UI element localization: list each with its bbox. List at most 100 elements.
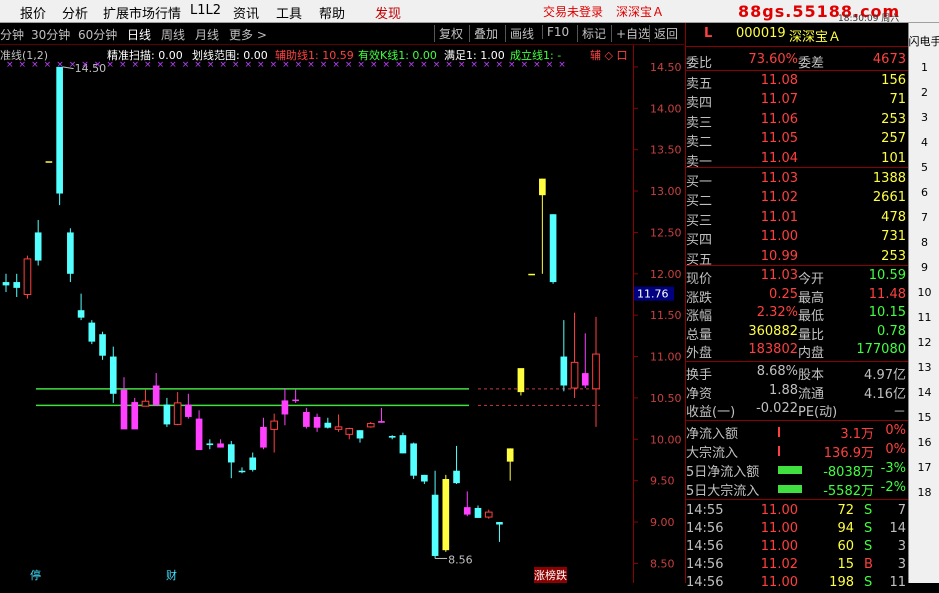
menu-help[interactable]: 帮助 — [319, 3, 345, 22]
indicator-name[interactable]: 准线(1,2) — [0, 47, 48, 63]
period-60min[interactable]: 60分钟 — [78, 26, 117, 43]
indicator-value-established: 成立线1: - — [510, 49, 562, 62]
candle-body — [431, 494, 439, 556]
tick-time: 14:56 — [686, 557, 724, 572]
price-tick-label: 12.50 — [650, 226, 682, 239]
marker-rank[interactable]: 涨榜跌 — [534, 567, 567, 583]
stat-value: 360882 — [748, 323, 798, 339]
period-monthly[interactable]: 月线 — [195, 26, 219, 43]
stat-value-2: 0.78 — [877, 323, 906, 339]
tab-number-2[interactable]: 2 — [909, 86, 939, 99]
flow-row: 净流入额 3.1万 0% — [686, 423, 908, 442]
tick-time: 14:56 — [686, 521, 724, 536]
ask-label: 卖三 — [686, 115, 713, 131]
bid-row[interactable]: 买五 10.99 253 — [686, 249, 908, 268]
level-flag: L — [704, 26, 713, 41]
bid-volume: 1388 — [872, 171, 906, 186]
candle-body — [410, 443, 417, 476]
bid-row[interactable]: 买三 11.01 478 — [686, 210, 908, 229]
tab-number-14[interactable]: 14 — [909, 386, 939, 399]
flow-value: -5582万 — [823, 484, 874, 499]
f10-button[interactable]: F10 — [542, 25, 569, 39]
overlay-button[interactable]: 叠加 — [469, 25, 498, 42]
tab-number-4[interactable]: 4 — [909, 136, 939, 149]
marker-suspend[interactable]: 停 — [30, 567, 41, 583]
high-label: 14.50 — [75, 62, 107, 75]
ask-row[interactable]: 卖二 11.05 257 — [686, 131, 908, 151]
bid-row[interactable]: 买四 11.00 731 — [686, 229, 908, 248]
candle-body — [506, 448, 514, 462]
tab-number-3[interactable]: 3 — [909, 111, 939, 124]
period-more[interactable]: 更多 > — [229, 26, 267, 43]
tab-number-9[interactable]: 9 — [909, 261, 939, 274]
back-button[interactable]: 返回 — [649, 25, 678, 42]
flow-percent: 0% — [885, 442, 906, 457]
tab-number-5[interactable]: 5 — [909, 161, 939, 174]
ask-row[interactable]: 卖三 11.06 253 — [686, 112, 908, 131]
menu-l1l2[interactable]: L1L2 — [190, 3, 221, 18]
flow-percent: -3% — [880, 461, 906, 476]
tab-number-8[interactable]: 8 — [909, 236, 939, 249]
marker-finance[interactable]: 财 — [166, 567, 177, 583]
ask-row[interactable]: 卖五 11.08 156 — [686, 73, 908, 92]
tab-number-7[interactable]: 7 — [909, 211, 939, 224]
period-weekly[interactable]: 周线 — [161, 26, 185, 43]
stat-label: 现价 — [686, 272, 713, 287]
tab-number-13[interactable]: 13 — [909, 361, 939, 374]
tab-number-1[interactable]: 1 — [909, 61, 939, 74]
signal-mark: × — [94, 60, 102, 70]
flow-percent: -2% — [880, 480, 906, 495]
flow-label: 5日大宗流入 — [686, 484, 760, 499]
bid-label: 买一 — [686, 175, 713, 190]
candle-body — [388, 435, 396, 438]
stat-value-2: 177080 — [856, 342, 906, 358]
bid-row[interactable]: 买一 11.03 1388 — [686, 171, 908, 190]
tick-row: 14:56 11.00 198 S 11 — [686, 575, 908, 593]
kline-chart[interactable]: 14.50 14.00 13.50 13.00 12.50 12.00 11.50 11.00… — [0, 45, 684, 583]
add-watchlist-button[interactable]: +自选 — [611, 25, 650, 42]
bid-row[interactable]: 买二 11.02 2661 — [686, 190, 908, 209]
fund-value: 1.88 — [769, 382, 798, 398]
tab-number-17[interactable]: 17 — [909, 461, 939, 474]
bid-volume: 2661 — [872, 190, 906, 206]
ask-row[interactable]: 卖四 11.07 71 — [686, 92, 908, 111]
tab-number-11[interactable]: 11 — [909, 311, 939, 324]
mark-button[interactable]: 标记 — [577, 25, 606, 42]
price-tick-label: 8.50 — [650, 557, 675, 570]
low-label: 8.56 — [448, 553, 473, 566]
menu-analysis[interactable]: 分析 — [62, 3, 88, 22]
ask-label: 卖五 — [686, 77, 713, 92]
candle-body — [238, 470, 246, 473]
flow-percent: 0% — [885, 423, 906, 438]
fund-row: 收益(一) -0.022 PE(动) － — [686, 401, 908, 420]
login-status[interactable]: 交易未登录 — [543, 3, 603, 20]
flow-label: 5日净流入额 — [686, 465, 760, 480]
adjust-button[interactable]: 复权 — [434, 25, 463, 42]
tab-number-15[interactable]: 15 — [909, 411, 939, 424]
tab-number-18[interactable]: 18 — [909, 486, 939, 499]
tick-row: 14:56 11.00 60 S 3 — [686, 539, 908, 557]
tab-number-6[interactable]: 6 — [909, 186, 939, 199]
tab-number-16[interactable]: 16 — [909, 436, 939, 449]
tab-number-12[interactable]: 12 — [909, 336, 939, 349]
weicha-label: 委差 — [798, 56, 825, 71]
bid-label: 买三 — [686, 213, 713, 229]
period-30min[interactable]: 30分钟 — [31, 26, 70, 43]
fund-label-2: 流通 — [798, 386, 825, 402]
period-1min[interactable]: 分钟 — [0, 26, 24, 43]
bid-price: 11.00 — [760, 229, 798, 245]
period-daily[interactable]: 日线 — [127, 26, 151, 43]
menu-quote[interactable]: 报价 — [20, 3, 46, 22]
menu-news[interactable]: 资讯 — [233, 3, 259, 22]
tab-number-10[interactable]: 10 — [909, 286, 939, 299]
menu-discover[interactable]: 发现 — [375, 3, 401, 22]
tab-flash-trade[interactable]: 闪电手 — [905, 33, 939, 49]
menu-tools[interactable]: 工具 — [276, 3, 302, 22]
ask-label: 卖二 — [686, 135, 713, 151]
draw-line-button[interactable]: 画线 — [505, 25, 534, 42]
stat-value: 2.32% — [756, 305, 798, 321]
ask-row[interactable]: 卖一 11.04 101 — [686, 151, 908, 170]
price-tick-label: 12.00 — [650, 268, 682, 281]
candle-body — [581, 373, 589, 386]
menu-extended-market[interactable]: 扩展市场行情 — [103, 3, 181, 22]
